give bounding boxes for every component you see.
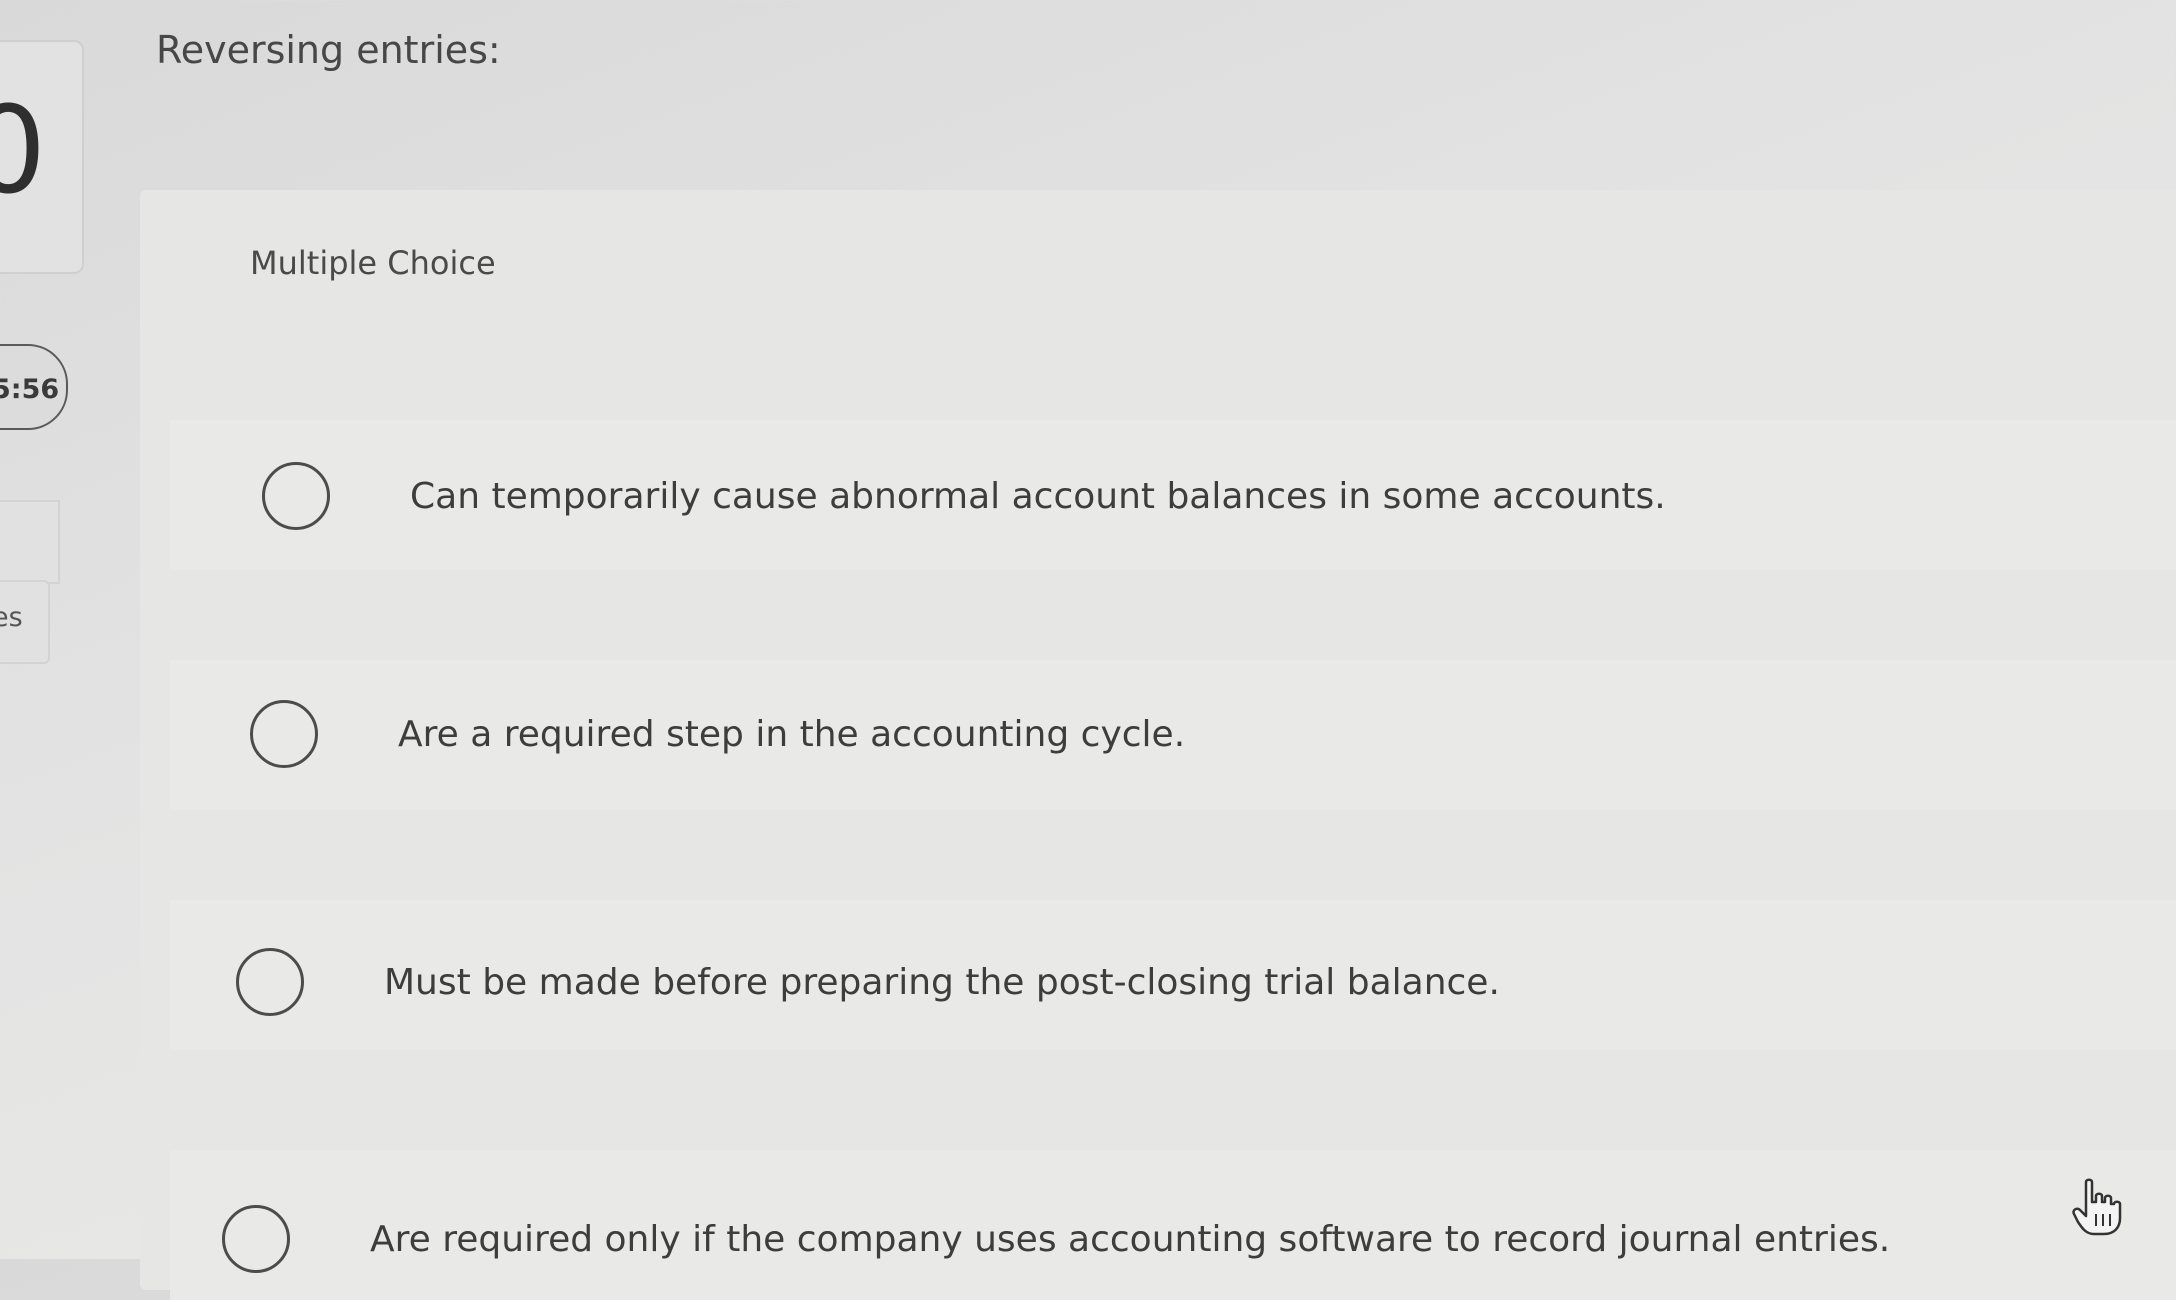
choice-option-label: Must be made before preparing the post-c… [384, 961, 1500, 1003]
question-type-label: Multiple Choice [250, 244, 496, 282]
choice-option-1[interactable]: Can temporarily cause abnormal account b… [262, 462, 1666, 530]
radio-button[interactable] [236, 948, 304, 1016]
choice-option-4[interactable]: Are required only if the company uses ac… [222, 1205, 1890, 1273]
sidebar-box [0, 500, 60, 584]
hand-pointer-icon [2072, 1178, 2122, 1236]
timer-text: 5:56 [0, 374, 60, 405]
choice-option-2[interactable]: Are a required step in the accounting cy… [250, 700, 1185, 768]
sidebar-button-label: es [0, 602, 23, 633]
choice-option-3[interactable]: Must be made before preparing the post-c… [236, 948, 1500, 1016]
choice-option-label: Are a required step in the accounting cy… [398, 713, 1186, 755]
choice-option-label: Are required only if the company uses ac… [370, 1218, 1891, 1260]
radio-button[interactable] [262, 462, 330, 530]
choice-option-label: Can temporarily cause abnormal account b… [410, 475, 1666, 517]
radio-button[interactable] [222, 1205, 290, 1273]
progress-digit: 0 [0, 82, 47, 221]
question-prompt: Reversing entries: [156, 28, 501, 72]
radio-button[interactable] [250, 700, 318, 768]
left-sidebar: 0 5:56 es [0, 0, 88, 1259]
